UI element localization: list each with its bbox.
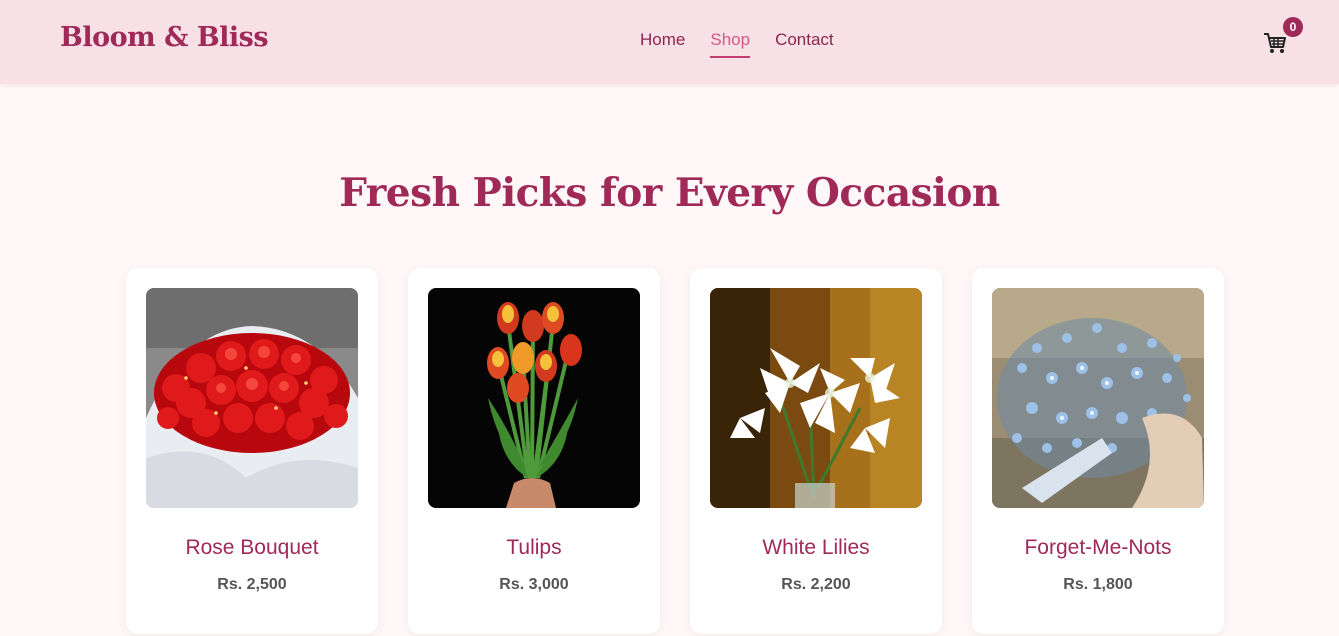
product-price: Rs. 3,000 [499,576,569,593]
product-card-tulips[interactable]: Tulips Rs. 3,000 [408,268,660,634]
product-name[interactable]: White Lilies [710,536,922,560]
product-image-tulips[interactable] [428,288,640,508]
product-name[interactable]: Rose Bouquet [146,536,358,560]
section-title: Fresh Picks for Every Occasion [339,170,1000,216]
main-nav: Home Shop Contact [640,30,834,58]
product-name[interactable]: Tulips [428,536,640,560]
product-price: Rs. 2,500 [217,576,287,593]
product-name[interactable]: Forget-Me-Nots [992,536,1204,560]
product-image-white-lilies[interactable] [710,288,922,508]
product-price: Rs. 2,200 [781,576,851,593]
site-logo[interactable]: Bloom & Bliss [60,22,269,53]
product-image-forget-me-nots[interactable] [992,288,1204,508]
nav-home[interactable]: Home [640,30,685,54]
shopping-cart-icon [1264,33,1286,53]
product-card-rose-bouquet[interactable]: Rose Bouquet Rs. 2,500 [126,268,378,634]
product-grid: Rose Bouquet Rs. 2,500 Tulips Rs. 3,000 … [126,268,1224,634]
cart-button[interactable] [1262,30,1288,56]
nav-contact[interactable]: Contact [775,30,834,54]
product-price: Rs. 1,800 [1063,576,1133,593]
cart-count-badge: 0 [1283,17,1303,37]
site-header: Bloom & Bliss Home Shop Contact 0 [0,0,1339,84]
product-card-forget-me-nots[interactable]: Forget-Me-Nots Rs. 1,800 [972,268,1224,634]
product-card-white-lilies[interactable]: White Lilies Rs. 2,200 [690,268,942,634]
product-image-rose-bouquet[interactable] [146,288,358,508]
nav-shop[interactable]: Shop [710,30,750,58]
